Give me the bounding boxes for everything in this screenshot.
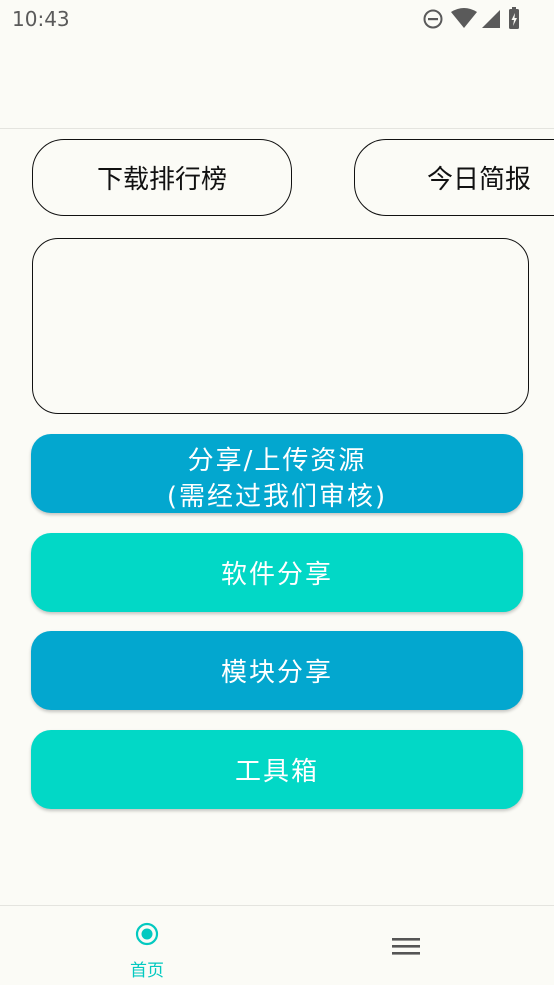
share-upload-note: (需经过我们审核) [166,482,388,512]
battery-charging-icon [509,7,519,29]
module-share-label: 模块分享 [220,658,333,688]
download-ranking-label: 下载排行榜 [96,165,227,195]
app-toolbar [0,38,554,129]
app-screen: 10:43 下载排行榜 今日简报 分享/上传资源 (需经过我们审核) 软件分享 … [0,0,554,985]
software-share-button[interactable]: 软件分享 [31,533,523,612]
wifi-icon [451,8,477,28]
download-ranking-button[interactable]: 下载排行榜 [32,139,292,216]
toolbox-label: 工具箱 [234,757,319,787]
share-upload-label: 分享/上传资源 [187,446,367,476]
status-icons [418,6,548,32]
content-panel [32,238,529,414]
nav-item-home[interactable]: 首页 [97,906,197,985]
cellular-signal-icon [482,10,500,28]
status-time: 10:43 [12,7,70,31]
home-radio-icon [135,922,159,946]
hamburger-menu-icon [392,938,420,955]
do-not-disturb-icon [423,9,443,29]
toolbox-button[interactable]: 工具箱 [31,730,523,809]
software-share-label: 软件分享 [220,560,333,590]
nav-home-label: 首页 [130,961,164,981]
status-bar: 10:43 [0,0,554,38]
bottom-navigation: 首页 [0,905,554,985]
nav-item-menu[interactable] [386,928,426,968]
daily-brief-button[interactable]: 今日简报 [354,139,554,216]
share-upload-button[interactable]: 分享/上传资源 (需经过我们审核) [31,434,523,513]
share-upload-text: 分享/上传资源 (需经过我们审核) [167,443,387,513]
module-share-button[interactable]: 模块分享 [31,631,523,710]
daily-brief-label: 今日简报 [427,165,532,195]
